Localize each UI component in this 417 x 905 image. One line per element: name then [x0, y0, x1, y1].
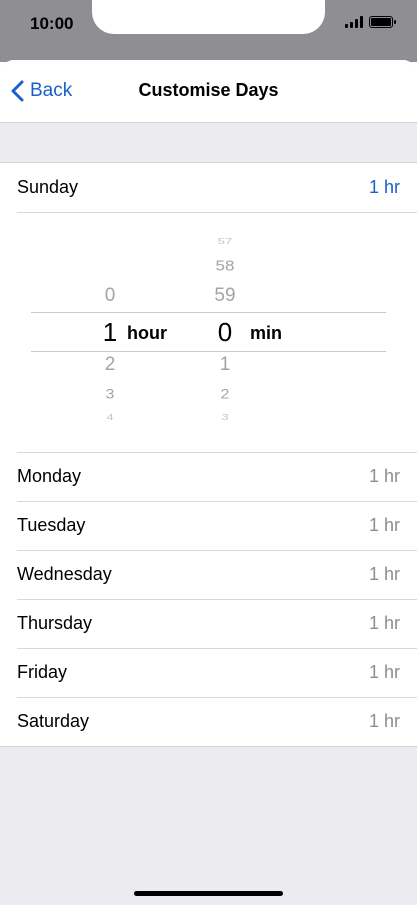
status-bar: 10:00 [0, 0, 417, 62]
hour-option[interactable]: 3 [75, 388, 145, 402]
page-title: Customise Days [138, 80, 279, 100]
day-value-monday: 1 hr [368, 466, 400, 486]
device-notch [92, 0, 325, 34]
day-label-saturday: Saturday [17, 711, 90, 731]
day-row-tuesday[interactable]: Tuesday 1 hr [0, 501, 417, 550]
section-spacer [0, 123, 417, 162]
minute-option[interactable]: 58 [190, 258, 260, 273]
day-value-thursday: 1 hr [368, 613, 400, 633]
hour-unit-label: hour [127, 323, 167, 343]
day-value-wednesday: 1 hr [368, 564, 400, 584]
hour-option[interactable]: 0 [75, 286, 145, 305]
status-time: 10:00 [30, 14, 74, 33]
minute-option[interactable]: 1 [190, 355, 260, 374]
minute-option[interactable]: 59 [190, 286, 260, 305]
day-label-thursday: Thursday [17, 613, 93, 633]
minute-option[interactable]: 2 [190, 388, 260, 402]
hour-option[interactable]: 4 [75, 414, 145, 422]
day-value-sunday: 1 hr [368, 177, 400, 197]
day-value-friday: 1 hr [368, 662, 400, 682]
duration-picker[interactable]: 0 1 2 3 4 hour 57 58 59 0 1 2 3 min [0, 212, 417, 452]
day-row-monday[interactable]: Monday 1 hr [0, 452, 417, 501]
day-value-saturday: 1 hr [368, 711, 400, 731]
day-row-saturday[interactable]: Saturday 1 hr [0, 697, 417, 746]
screen-sheet: Back Customise Days Sunday 1 hr 0 1 2 3 … [0, 60, 417, 905]
day-row-thursday[interactable]: Thursday 1 hr [0, 599, 417, 648]
battery-icon [369, 16, 396, 28]
home-indicator[interactable] [134, 891, 283, 896]
days-list: Sunday 1 hr 0 1 2 3 4 hour 57 58 59 0 1 … [0, 162, 417, 747]
day-row-wednesday[interactable]: Wednesday 1 hr [0, 550, 417, 599]
phone-screen: 10:00 Back Customise Days Sunday 1 hr 0 … [0, 0, 417, 905]
day-row-friday[interactable]: Friday 1 hr [0, 648, 417, 697]
day-label-sunday: Sunday [17, 177, 79, 197]
minute-option[interactable]: 57 [190, 238, 260, 246]
day-label-wednesday: Wednesday [17, 564, 112, 584]
day-value-tuesday: 1 hr [368, 515, 400, 535]
cellular-signal-icon [345, 16, 363, 28]
hour-option[interactable]: 2 [75, 355, 145, 374]
navigation-bar: Back Customise Days [0, 60, 417, 123]
minute-option[interactable]: 3 [190, 414, 260, 422]
minute-unit-label: min [250, 323, 283, 343]
day-label-friday: Friday [17, 662, 68, 682]
day-label-monday: Monday [17, 466, 82, 486]
status-icons [345, 16, 396, 28]
day-label-tuesday: Tuesday [17, 515, 86, 535]
day-row-sunday[interactable]: Sunday 1 hr [0, 163, 417, 212]
